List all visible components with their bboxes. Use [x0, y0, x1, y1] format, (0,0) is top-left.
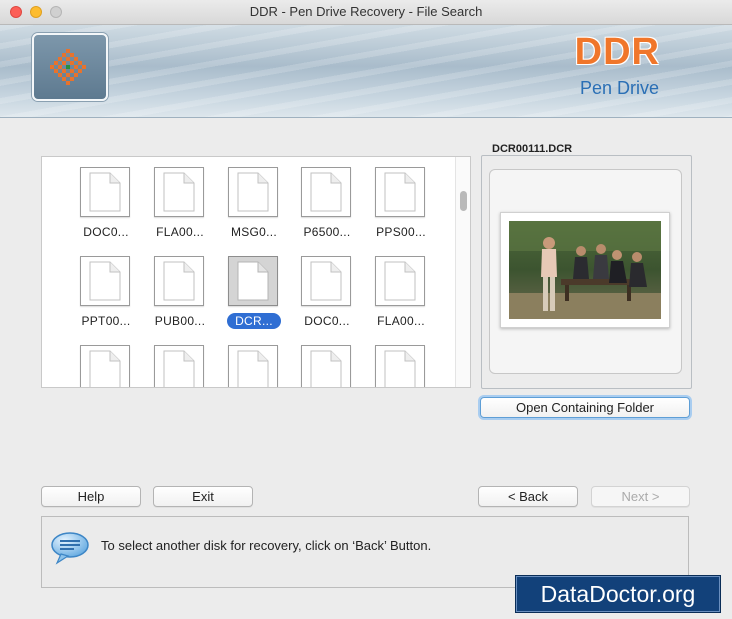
file-item[interactable]: DOC0...: [293, 248, 361, 332]
photo-thumbnail: [509, 221, 661, 319]
file-label: DCR...: [227, 313, 281, 329]
file-label: PPS00...: [376, 225, 426, 239]
file-item[interactable]: [293, 337, 361, 387]
checkered-logo-icon: [50, 49, 86, 85]
file-grid[interactable]: DOC0... FLA00... MSG0... P6500... PPS00.…: [41, 156, 471, 388]
file-label: DOC0...: [83, 225, 129, 239]
preview-filename: DCR00111.DCR: [489, 143, 576, 155]
brand-subtitle: Pen Drive: [579, 78, 659, 98]
zoom-window-button[interactable]: [50, 6, 62, 18]
minimize-window-button[interactable]: [30, 6, 42, 18]
document-icon: [80, 167, 130, 217]
file-item[interactable]: [146, 337, 214, 387]
document-icon: [375, 256, 425, 306]
document-icon: [375, 167, 425, 217]
back-button[interactable]: < Back: [478, 486, 578, 507]
document-icon: [80, 345, 130, 387]
file-label: FLA00...: [156, 225, 204, 239]
file-item[interactable]: PUB00...: [146, 248, 214, 332]
file-label: PPT00...: [81, 314, 131, 328]
file-item[interactable]: PPS00...: [367, 159, 435, 243]
document-icon: [228, 256, 278, 306]
document-icon: [154, 256, 204, 306]
help-button[interactable]: Help: [41, 486, 141, 507]
next-button: Next >: [591, 486, 690, 507]
document-icon: [228, 167, 278, 217]
speech-bubble-icon: [51, 532, 89, 565]
document-icon: [228, 345, 278, 387]
file-item[interactable]: MSG0...: [220, 159, 288, 243]
preview-image: [500, 212, 670, 328]
file-item[interactable]: [220, 337, 288, 387]
file-item[interactable]: [72, 337, 140, 387]
document-icon: [375, 345, 425, 387]
file-item[interactable]: FLA00...: [146, 159, 214, 243]
document-icon: [301, 256, 351, 306]
document-icon: [301, 167, 351, 217]
file-label: MSG0...: [230, 225, 278, 239]
document-icon: [80, 256, 130, 306]
document-icon: [154, 167, 204, 217]
datadoctor-watermark: DataDoctor.org: [515, 575, 721, 613]
window-title: DDR - Pen Drive Recovery - File Search: [249, 4, 483, 19]
status-message: To select another disk for recovery, cli…: [101, 538, 432, 553]
open-containing-folder-button[interactable]: Open Containing Folder: [480, 397, 690, 418]
file-item[interactable]: FLA00...: [367, 248, 435, 332]
document-icon: [154, 345, 204, 387]
file-item-selected[interactable]: DCR...: [220, 248, 288, 332]
file-item[interactable]: DOC0...: [72, 159, 140, 243]
file-label: DOC0...: [304, 314, 350, 328]
file-label: P6500...: [303, 225, 351, 239]
file-item[interactable]: [367, 337, 435, 387]
scroll-thumb[interactable]: [460, 191, 467, 211]
brand-title: DDR: [574, 31, 660, 73]
document-icon: [301, 345, 351, 387]
file-item[interactable]: PPT00...: [72, 248, 140, 332]
close-window-button[interactable]: [10, 6, 22, 18]
file-label: PUB00...: [154, 314, 206, 328]
header-banner: DDR Pen Drive: [0, 25, 732, 118]
file-item[interactable]: P6500...: [293, 159, 361, 243]
vertical-scrollbar[interactable]: [455, 157, 470, 387]
exit-button[interactable]: Exit: [153, 486, 253, 507]
title-bar: DDR - Pen Drive Recovery - File Search: [0, 0, 732, 25]
file-label: FLA00...: [377, 314, 425, 328]
app-logo: [32, 33, 108, 101]
